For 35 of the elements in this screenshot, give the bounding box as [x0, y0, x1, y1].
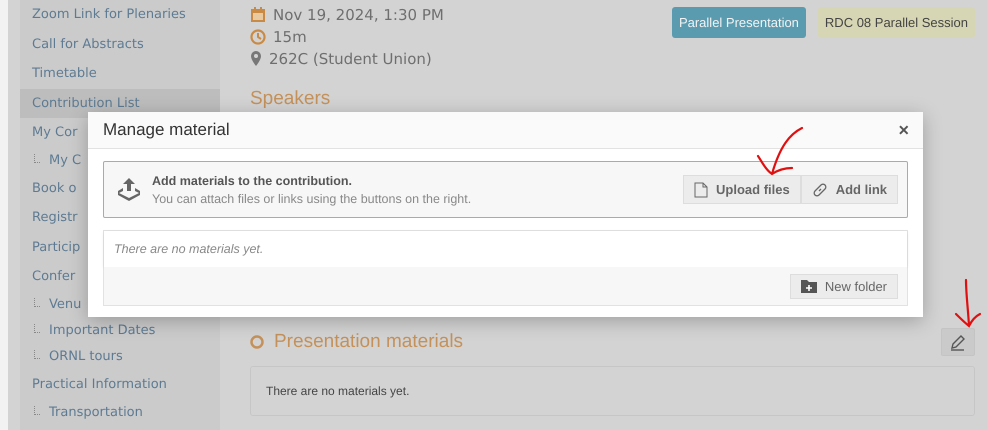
sidebar-item[interactable]: My C	[20, 148, 220, 174]
tag: RDC 08 Parallel Session	[818, 7, 975, 38]
section-heading: Speakers	[250, 88, 332, 110]
link-icon	[812, 182, 828, 198]
empty-message: There are no materials yet.	[114, 242, 264, 256]
date-text: Nov 19, 2024, 1:30 PM	[273, 6, 444, 24]
tag: Parallel Presentation	[672, 7, 806, 38]
pencil-icon	[949, 333, 967, 351]
sidebar-item[interactable]: Zoom Link for Plenaries	[20, 0, 220, 30]
sidebar-item[interactable]: Transportation	[20, 399, 220, 425]
panel-description: You can attach files or links using the buttons on the right.	[152, 192, 472, 206]
location-pin-icon	[250, 51, 262, 67]
sidebar-item[interactable]: Venu	[20, 292, 220, 318]
sidebar-item[interactable]: Timetable	[20, 59, 220, 88]
calendar-icon	[250, 7, 266, 23]
close-button[interactable]: ×	[896, 120, 911, 140]
edit-button[interactable]	[941, 328, 975, 356]
duration-text: 15m	[273, 28, 307, 46]
panel-title: Add materials to the contribution.	[152, 174, 354, 188]
file-icon	[694, 182, 708, 198]
sidebar-item[interactable]: Call for Abstracts	[20, 30, 220, 59]
section-heading: Presentation materials	[274, 331, 464, 353]
sidebar-item[interactable]: Practical Information	[20, 370, 220, 399]
empty-message: There are no materials yet.	[266, 384, 410, 398]
folder-plus-icon	[800, 279, 817, 293]
dialog-title: Manage material	[103, 120, 230, 140]
new-folder-button[interactable]: New folder	[790, 274, 898, 298]
circle-icon	[250, 335, 264, 349]
sidebar-item[interactable]: ORNL tours	[20, 344, 220, 370]
clock-icon	[250, 29, 266, 45]
annotation-arrow	[954, 278, 982, 330]
upload-files-button[interactable]: Upload files	[683, 175, 801, 204]
sidebar-item[interactable]: Important Dates	[20, 318, 220, 344]
add-link-button[interactable]: Add link	[800, 175, 898, 204]
location-text: 262C (Student Union)	[269, 50, 432, 68]
